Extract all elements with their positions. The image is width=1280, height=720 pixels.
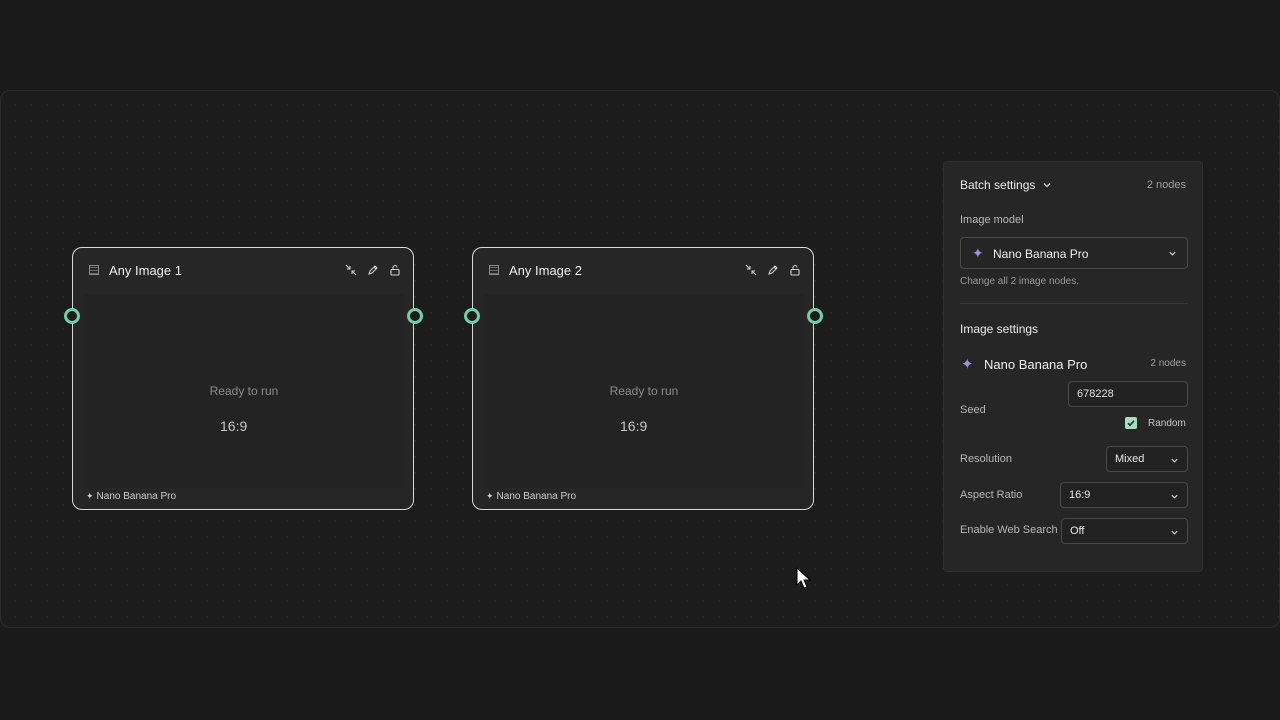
- image-settings-title: Image settings: [960, 322, 1039, 336]
- aspect-ratio-label: Aspect Ratio: [960, 489, 1023, 501]
- image-model-select[interactable]: ✦ Nano Banana Pro: [960, 237, 1188, 269]
- panel-title: Batch settings: [960, 178, 1036, 192]
- resolution-label: Resolution: [960, 453, 1012, 465]
- aspect-ratio-value: 16:9: [1069, 489, 1091, 501]
- image-model-value: Nano Banana Pro: [993, 247, 1089, 261]
- seed-label: Seed: [960, 404, 986, 416]
- random-seed-checkbox[interactable]: [1125, 417, 1137, 429]
- web-search-select[interactable]: Off: [1061, 518, 1188, 544]
- node-title: Any Image 1: [109, 263, 182, 278]
- sparkle-icon: ✦: [972, 245, 984, 261]
- node-aspect-ratio: 16:9: [620, 418, 648, 434]
- web-search-label: Enable Web Search: [960, 524, 1058, 536]
- node-status: Ready to run: [609, 384, 679, 398]
- node-1-input-port[interactable]: [64, 308, 80, 324]
- node-footer: ✦ Nano Banana Pro: [86, 491, 176, 502]
- resolution-value: Mixed: [1115, 453, 1145, 465]
- aspect-ratio-select[interactable]: 16:9: [1060, 482, 1188, 508]
- node-footer: ✦ Nano Banana Pro: [486, 491, 576, 502]
- edit-icon[interactable]: [767, 264, 779, 276]
- collapse-icon[interactable]: [745, 264, 757, 276]
- node-2-input-port[interactable]: [464, 308, 480, 324]
- node-2-output-port[interactable]: [807, 308, 823, 324]
- chevron-down-icon: [1169, 251, 1176, 256]
- sparkle-icon: ✦: [86, 491, 94, 501]
- batch-settings-toggle[interactable]: Batch settings: [960, 178, 1052, 192]
- unlock-icon[interactable]: [389, 264, 401, 276]
- model-name: Nano Banana Pro: [984, 357, 1088, 372]
- image-model-label: Image model: [960, 214, 1024, 226]
- sparkle-icon: ✦: [486, 491, 494, 501]
- resolution-select[interactable]: Mixed: [1106, 446, 1188, 472]
- image-model-hint: Change all 2 image nodes.: [960, 276, 1079, 287]
- batch-settings-panel: Batch settings 2 nodes Image model ✦ Nan…: [943, 161, 1203, 572]
- node-header[interactable]: Any Image 1: [73, 248, 413, 292]
- node-status: Ready to run: [209, 384, 279, 398]
- image-node-icon: [489, 265, 499, 275]
- chevron-down-icon: [1171, 530, 1178, 535]
- node-preview: Ready to run 16:9: [85, 294, 403, 488]
- seed-input[interactable]: 678228: [1068, 381, 1188, 407]
- random-seed-label: Random: [1148, 418, 1186, 429]
- panel-node-count: 2 nodes: [1146, 179, 1186, 191]
- unlock-icon[interactable]: [789, 264, 801, 276]
- chevron-down-icon: [1171, 494, 1178, 499]
- image-node-2[interactable]: Any Image 2 Ready to run 16:9 ✦ Nano Ban…: [472, 247, 814, 510]
- cursor-icon: [796, 567, 812, 589]
- chevron-down-icon: [1171, 458, 1178, 463]
- node-model-label: Nano Banana Pro: [496, 491, 577, 502]
- edit-icon[interactable]: [367, 264, 379, 276]
- divider: [960, 303, 1188, 304]
- image-node-icon: [89, 265, 99, 275]
- node-1-output-port[interactable]: [407, 308, 423, 324]
- collapse-icon[interactable]: [345, 264, 357, 276]
- node-header[interactable]: Any Image 2: [473, 248, 813, 292]
- chevron-down-icon: [1043, 183, 1051, 188]
- node-preview: Ready to run 16:9: [485, 294, 803, 488]
- checkmark-icon: [1127, 420, 1135, 427]
- image-node-1[interactable]: Any Image 1 Ready to run 16:9 ✦ Nano Ban…: [72, 247, 414, 510]
- model-node-count: 2 nodes: [1150, 358, 1186, 369]
- node-title: Any Image 2: [509, 263, 582, 278]
- web-search-value: Off: [1070, 525, 1085, 537]
- node-model-label: Nano Banana Pro: [96, 491, 177, 502]
- sparkle-icon: ✦: [961, 356, 974, 373]
- node-aspect-ratio: 16:9: [220, 418, 248, 434]
